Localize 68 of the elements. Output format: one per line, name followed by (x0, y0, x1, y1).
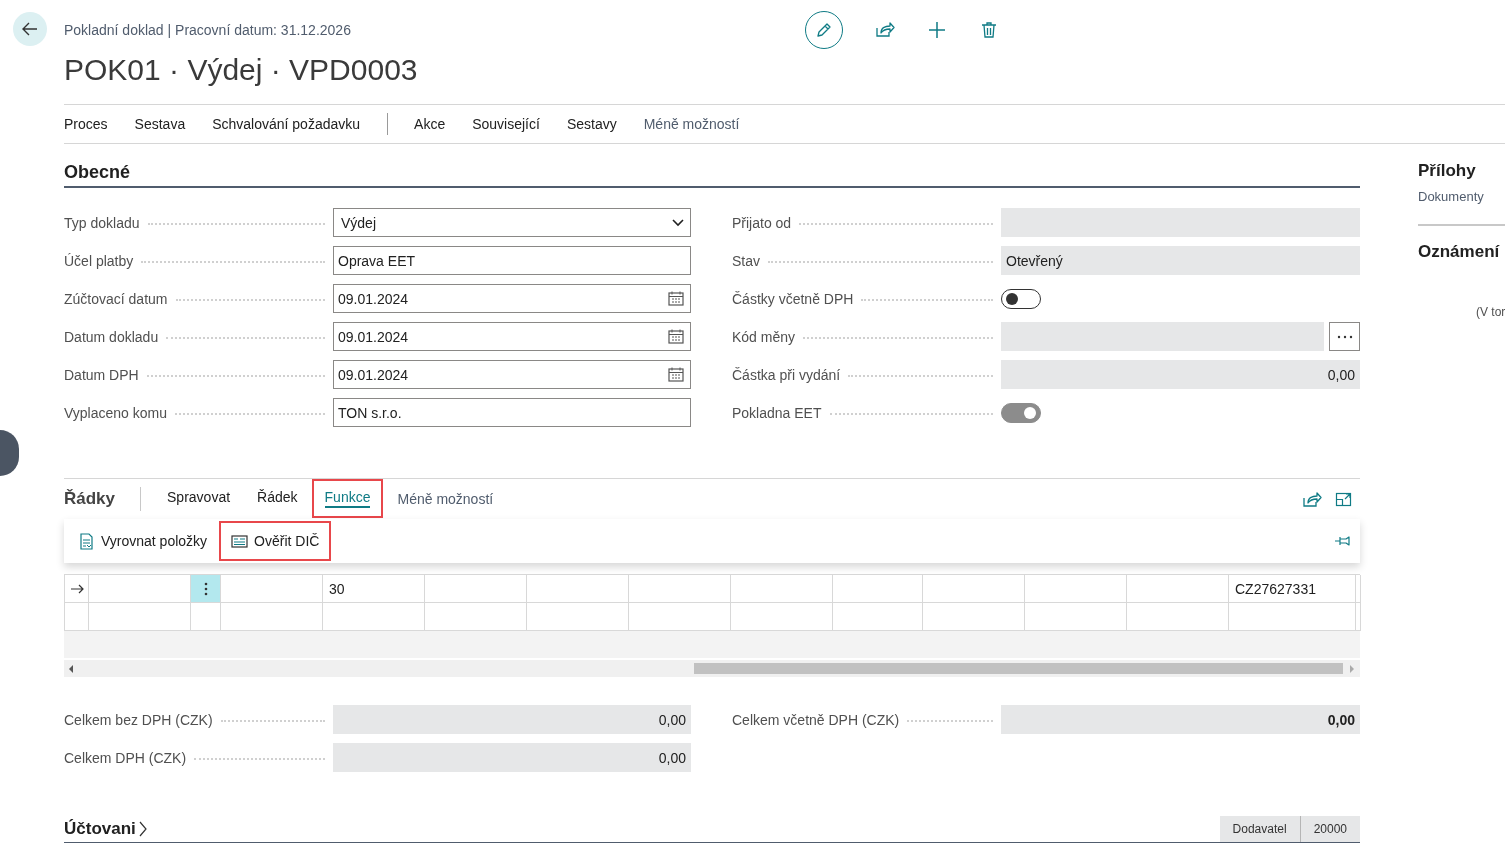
dropdown-field[interactable]: Výdej (333, 208, 691, 237)
read-only-field: 0,00 (333, 743, 691, 772)
factbox-title: Přílohy (1418, 161, 1477, 181)
card-icon (231, 532, 249, 550)
toggle-switch[interactable] (1001, 288, 1041, 309)
documents-link[interactable]: Dokumenty (1418, 189, 1484, 204)
field-label: Datum DPH (64, 366, 139, 383)
read-only-field: 0,00 (1001, 360, 1360, 389)
less-options-button[interactable]: Méně možností (384, 480, 507, 517)
lines-tab[interactable]: Spravovat (154, 479, 244, 518)
field-label: Celkem bez DPH (CZK) (64, 711, 213, 728)
field-label: Celkem včetně DPH (CZK) (732, 711, 900, 728)
table-cell: 30 (323, 575, 425, 603)
horizontal-scrollbar[interactable] (64, 660, 1360, 677)
field-label: Stav (732, 252, 760, 269)
action-menu-button[interactable]: Související (472, 116, 540, 132)
field-label: Přijato od (732, 214, 792, 231)
vertical-dots-icon (202, 580, 209, 597)
back-button[interactable] (13, 12, 47, 46)
calendar-icon (668, 329, 684, 344)
table-cell: CZ27627331 (1229, 575, 1356, 603)
menu-item[interactable]: Vyrovnat položky (66, 521, 220, 561)
action-menu-button[interactable]: Proces (64, 116, 108, 132)
field-label: Celkem DPH (CZK) (64, 749, 187, 766)
field-label: Částky včetně DPH (732, 290, 854, 307)
section-title: Obecné (64, 162, 131, 183)
page-title: POK01 · Výdej · VPD0003 (64, 52, 418, 88)
edit-button[interactable] (805, 11, 843, 49)
section-header[interactable]: Účtovani (64, 819, 148, 842)
field-label: Zúčtovací datum (64, 290, 168, 307)
read-only-field: 0,00 (333, 705, 691, 734)
share-icon (875, 20, 895, 40)
field-label: Účel platby (64, 252, 134, 269)
trash-icon (979, 20, 999, 40)
input-field[interactable]: TON s.r.o. (333, 398, 691, 427)
date-field[interactable]: 09.01.2024 (333, 322, 691, 351)
factbox-title: Oznámení (1418, 242, 1501, 262)
summary-tag: 20000 (1299, 816, 1360, 842)
action-menu-button[interactable]: Schvalování požadavku (212, 116, 361, 132)
action-menu-button[interactable]: Sestava (134, 116, 186, 132)
field-label: Datum dokladu (64, 328, 159, 345)
field-label: Vyplaceno komu (64, 404, 167, 421)
summary-tag: Dodavatel (1219, 816, 1300, 842)
input-field[interactable]: Oprava EET (333, 246, 691, 275)
calendar-icon (668, 367, 684, 382)
document-icon (78, 532, 95, 550)
plus-icon (927, 20, 947, 40)
notification-text: (V tor (1475, 305, 1505, 319)
field-label: Kód měny (732, 328, 796, 345)
field-label: Pokladna EET (732, 404, 822, 421)
breadcrumb: Pokladní doklad | Pracovní datum: 31.12.2026 (64, 21, 351, 39)
date-field[interactable]: 09.01.2024 (333, 284, 691, 313)
calendar-icon (668, 291, 684, 306)
lookup-button[interactable] (1329, 322, 1360, 351)
less-options-button[interactable]: Méně možností (643, 116, 740, 132)
date-field[interactable]: 09.01.2024 (333, 360, 691, 389)
lines-tab[interactable]: Řádek (244, 479, 311, 518)
lines-tab[interactable]: Funkce (311, 479, 384, 518)
part-title: Řádky (64, 488, 116, 509)
chevron-right-icon (137, 820, 148, 838)
action-menu-button[interactable]: Sestavy (566, 116, 617, 132)
field-label: Částka při vydání (732, 366, 841, 383)
action-menu-button[interactable]: Akce (414, 116, 446, 132)
field-label: Typ dokladu (64, 214, 140, 231)
read-only-field: Otevřený (1001, 246, 1360, 275)
read-only-field: 0,00 (1001, 705, 1360, 734)
menu-item[interactable]: Ověřit DIČ (219, 521, 332, 561)
side-panel-handle[interactable] (0, 430, 19, 476)
